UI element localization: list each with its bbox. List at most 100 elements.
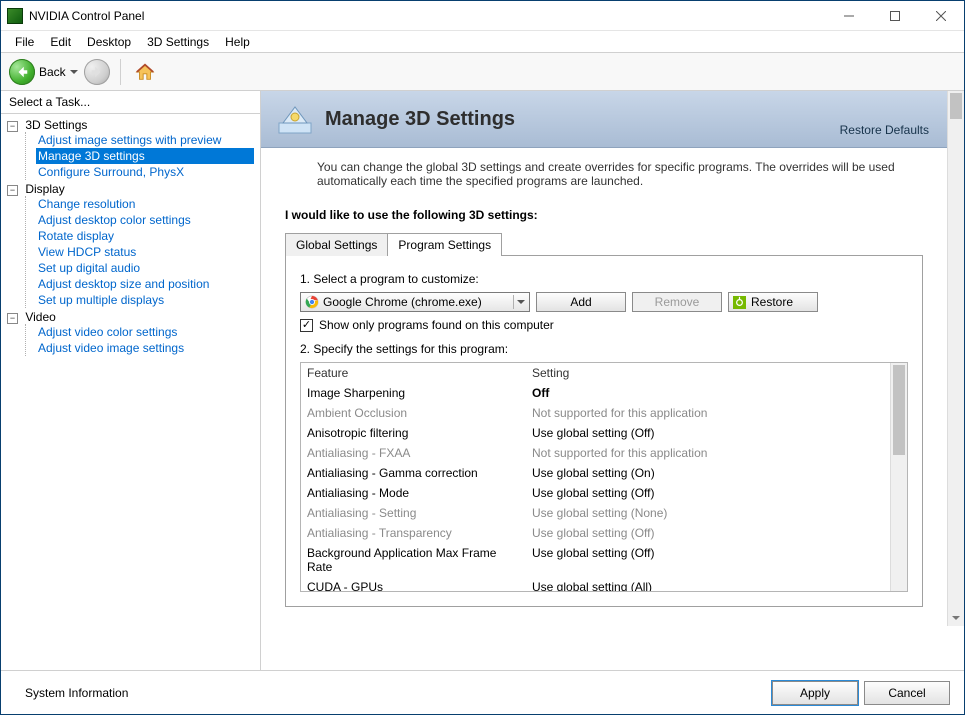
grid-row[interactable]: Anisotropic filtering Use global setting… xyxy=(301,423,890,443)
home-button[interactable] xyxy=(131,58,159,86)
step2-label: 2. Specify the settings for this program… xyxy=(300,342,908,356)
task-sidepane: Select a Task... − 3D Settings Adjust im… xyxy=(1,91,261,670)
tree-item-configure-surround-physx[interactable]: Configure Surround, PhysX xyxy=(36,164,254,180)
tab-area: Global Settings Program Settings 1. Sele… xyxy=(285,232,923,607)
section-label: I would like to use the following 3D set… xyxy=(261,198,947,232)
tree-item-adjust-video-image[interactable]: Adjust video image settings xyxy=(36,340,254,356)
page-header-icon xyxy=(277,101,313,137)
tree-group-display: − Display Change resolution Adjust deskt… xyxy=(7,182,254,308)
content-pane: Manage 3D Settings Restore Defaults You … xyxy=(261,91,964,670)
grid-feature: Antialiasing - Transparency xyxy=(301,523,526,543)
grid-feature: Antialiasing - Mode xyxy=(301,483,526,503)
tree-item-adjust-desktop-color[interactable]: Adjust desktop color settings xyxy=(36,212,254,228)
minimize-button[interactable] xyxy=(826,1,872,31)
menubar: File Edit Desktop 3D Settings Help xyxy=(1,31,964,53)
tree-group-label: Display xyxy=(25,182,64,196)
grid-setting: Not supported for this application xyxy=(526,403,890,423)
menu-file[interactable]: File xyxy=(7,33,42,51)
tree-group-label: Video xyxy=(25,310,55,324)
tree-item-setup-digital-audio[interactable]: Set up digital audio xyxy=(36,260,254,276)
forward-button[interactable] xyxy=(84,59,110,85)
tree-item-manage-3d-settings[interactable]: Manage 3D settings xyxy=(36,148,254,164)
content-scroll: Manage 3D Settings Restore Defaults You … xyxy=(261,91,947,626)
settings-grid: Feature Setting Image Sharpening Off Amb… xyxy=(300,362,908,592)
grid-row[interactable]: Antialiasing - Transparency Use global s… xyxy=(301,523,890,543)
show-only-checkbox[interactable]: ✓ Show only programs found on this compu… xyxy=(300,318,908,332)
grid-row[interactable]: Background Application Max Frame Rate Us… xyxy=(301,543,890,577)
grid-scrollbar-thumb[interactable] xyxy=(893,365,905,455)
restore-button-label: Restore xyxy=(751,295,793,309)
cancel-button[interactable]: Cancel xyxy=(864,681,950,705)
tree-toggle-3d-settings[interactable]: − xyxy=(7,121,18,132)
restore-defaults-link[interactable]: Restore Defaults xyxy=(840,123,929,137)
program-select-value: Google Chrome (chrome.exe) xyxy=(323,295,482,309)
tree-item-adjust-desktop-size-position[interactable]: Adjust desktop size and position xyxy=(36,276,254,292)
grid-setting: Use global setting (All) xyxy=(526,577,890,591)
tree-item-adjust-video-color[interactable]: Adjust video color settings xyxy=(36,324,254,340)
content-scrollbar-thumb[interactable] xyxy=(950,93,962,119)
tree-toggle-video[interactable]: − xyxy=(7,313,18,324)
tab-global-settings[interactable]: Global Settings xyxy=(285,233,388,256)
back-button[interactable]: Back xyxy=(9,59,78,85)
grid-row[interactable]: Antialiasing - Setting Use global settin… xyxy=(301,503,890,523)
grid-setting: Use global setting (Off) xyxy=(526,523,890,543)
tree-item-rotate-display[interactable]: Rotate display xyxy=(36,228,254,244)
grid-setting: Use global setting (Off) xyxy=(526,423,890,443)
add-button[interactable]: Add xyxy=(536,292,626,312)
grid-row[interactable]: Image Sharpening Off xyxy=(301,383,890,403)
grid-feature: Anisotropic filtering xyxy=(301,423,526,443)
close-button[interactable] xyxy=(918,1,964,31)
tree-toggle-display[interactable]: − xyxy=(7,185,18,196)
tree-group-video: − Video Adjust video color settings Adju… xyxy=(7,310,254,356)
grid-row[interactable]: CUDA - GPUs Use global setting (All) xyxy=(301,577,890,591)
grid-header-setting: Setting xyxy=(526,363,890,383)
tree-group-3d-settings: − 3D Settings Adjust image settings with… xyxy=(7,118,254,180)
remove-button[interactable]: Remove xyxy=(632,292,722,312)
tabstrip: Global Settings Program Settings xyxy=(285,232,923,255)
back-dropdown-icon xyxy=(70,68,78,76)
grid-row[interactable]: Antialiasing - FXAA Not supported for th… xyxy=(301,443,890,463)
restore-button[interactable]: Restore xyxy=(728,292,818,312)
menu-edit[interactable]: Edit xyxy=(42,33,79,51)
grid-row[interactable]: Antialiasing - Gamma correction Use glob… xyxy=(301,463,890,483)
nvidia-icon xyxy=(733,296,746,309)
program-select[interactable]: Google Chrome (chrome.exe) xyxy=(300,292,530,312)
grid-scrollbar[interactable] xyxy=(890,363,907,591)
titlebar: NVIDIA Control Panel xyxy=(1,1,964,31)
grid-row[interactable]: Antialiasing - Mode Use global setting (… xyxy=(301,483,890,503)
tree-item-change-resolution[interactable]: Change resolution xyxy=(36,196,254,212)
footer: System Information Apply Cancel xyxy=(1,670,964,714)
scrollbar-down-icon[interactable] xyxy=(948,609,964,626)
grid-feature: Image Sharpening xyxy=(301,383,526,403)
grid-header-feature: Feature xyxy=(301,363,526,383)
grid-feature: CUDA - GPUs xyxy=(301,577,526,591)
grid-feature: Background Application Max Frame Rate xyxy=(301,543,526,577)
grid-setting: Use global setting (None) xyxy=(526,503,890,523)
tree-item-setup-multiple-displays[interactable]: Set up multiple displays xyxy=(36,292,254,308)
tree-item-view-hdcp[interactable]: View HDCP status xyxy=(36,244,254,260)
page-title: Manage 3D Settings xyxy=(325,108,828,131)
task-tree-heading: Select a Task... xyxy=(1,91,260,114)
grid-feature: Antialiasing - Setting xyxy=(301,503,526,523)
step1-label: 1. Select a program to customize: xyxy=(300,272,908,286)
page-header: Manage 3D Settings Restore Defaults xyxy=(261,91,947,148)
tree-group-label: 3D Settings xyxy=(25,118,87,132)
grid-feature: Ambient Occlusion xyxy=(301,403,526,423)
menu-desktop[interactable]: Desktop xyxy=(79,33,139,51)
task-tree: − 3D Settings Adjust image settings with… xyxy=(1,114,260,670)
chrome-icon xyxy=(305,295,319,309)
apply-button[interactable]: Apply xyxy=(772,681,858,705)
grid-row[interactable]: Ambient Occlusion Not supported for this… xyxy=(301,403,890,423)
system-information-link[interactable]: System Information xyxy=(25,686,128,700)
toolbar-separator xyxy=(120,59,121,85)
menu-help[interactable]: Help xyxy=(217,33,258,51)
menu-3d-settings[interactable]: 3D Settings xyxy=(139,33,217,51)
tree-item-adjust-image-preview[interactable]: Adjust image settings with preview xyxy=(36,132,254,148)
page-description: You can change the global 3D settings an… xyxy=(261,148,947,198)
content-scrollbar[interactable] xyxy=(947,91,964,626)
grid-feature: Antialiasing - Gamma correction xyxy=(301,463,526,483)
tab-program-settings[interactable]: Program Settings xyxy=(387,233,502,256)
tab-body: 1. Select a program to customize: xyxy=(285,255,923,607)
grid-header-row: Feature Setting xyxy=(301,363,890,383)
maximize-button[interactable] xyxy=(872,1,918,31)
